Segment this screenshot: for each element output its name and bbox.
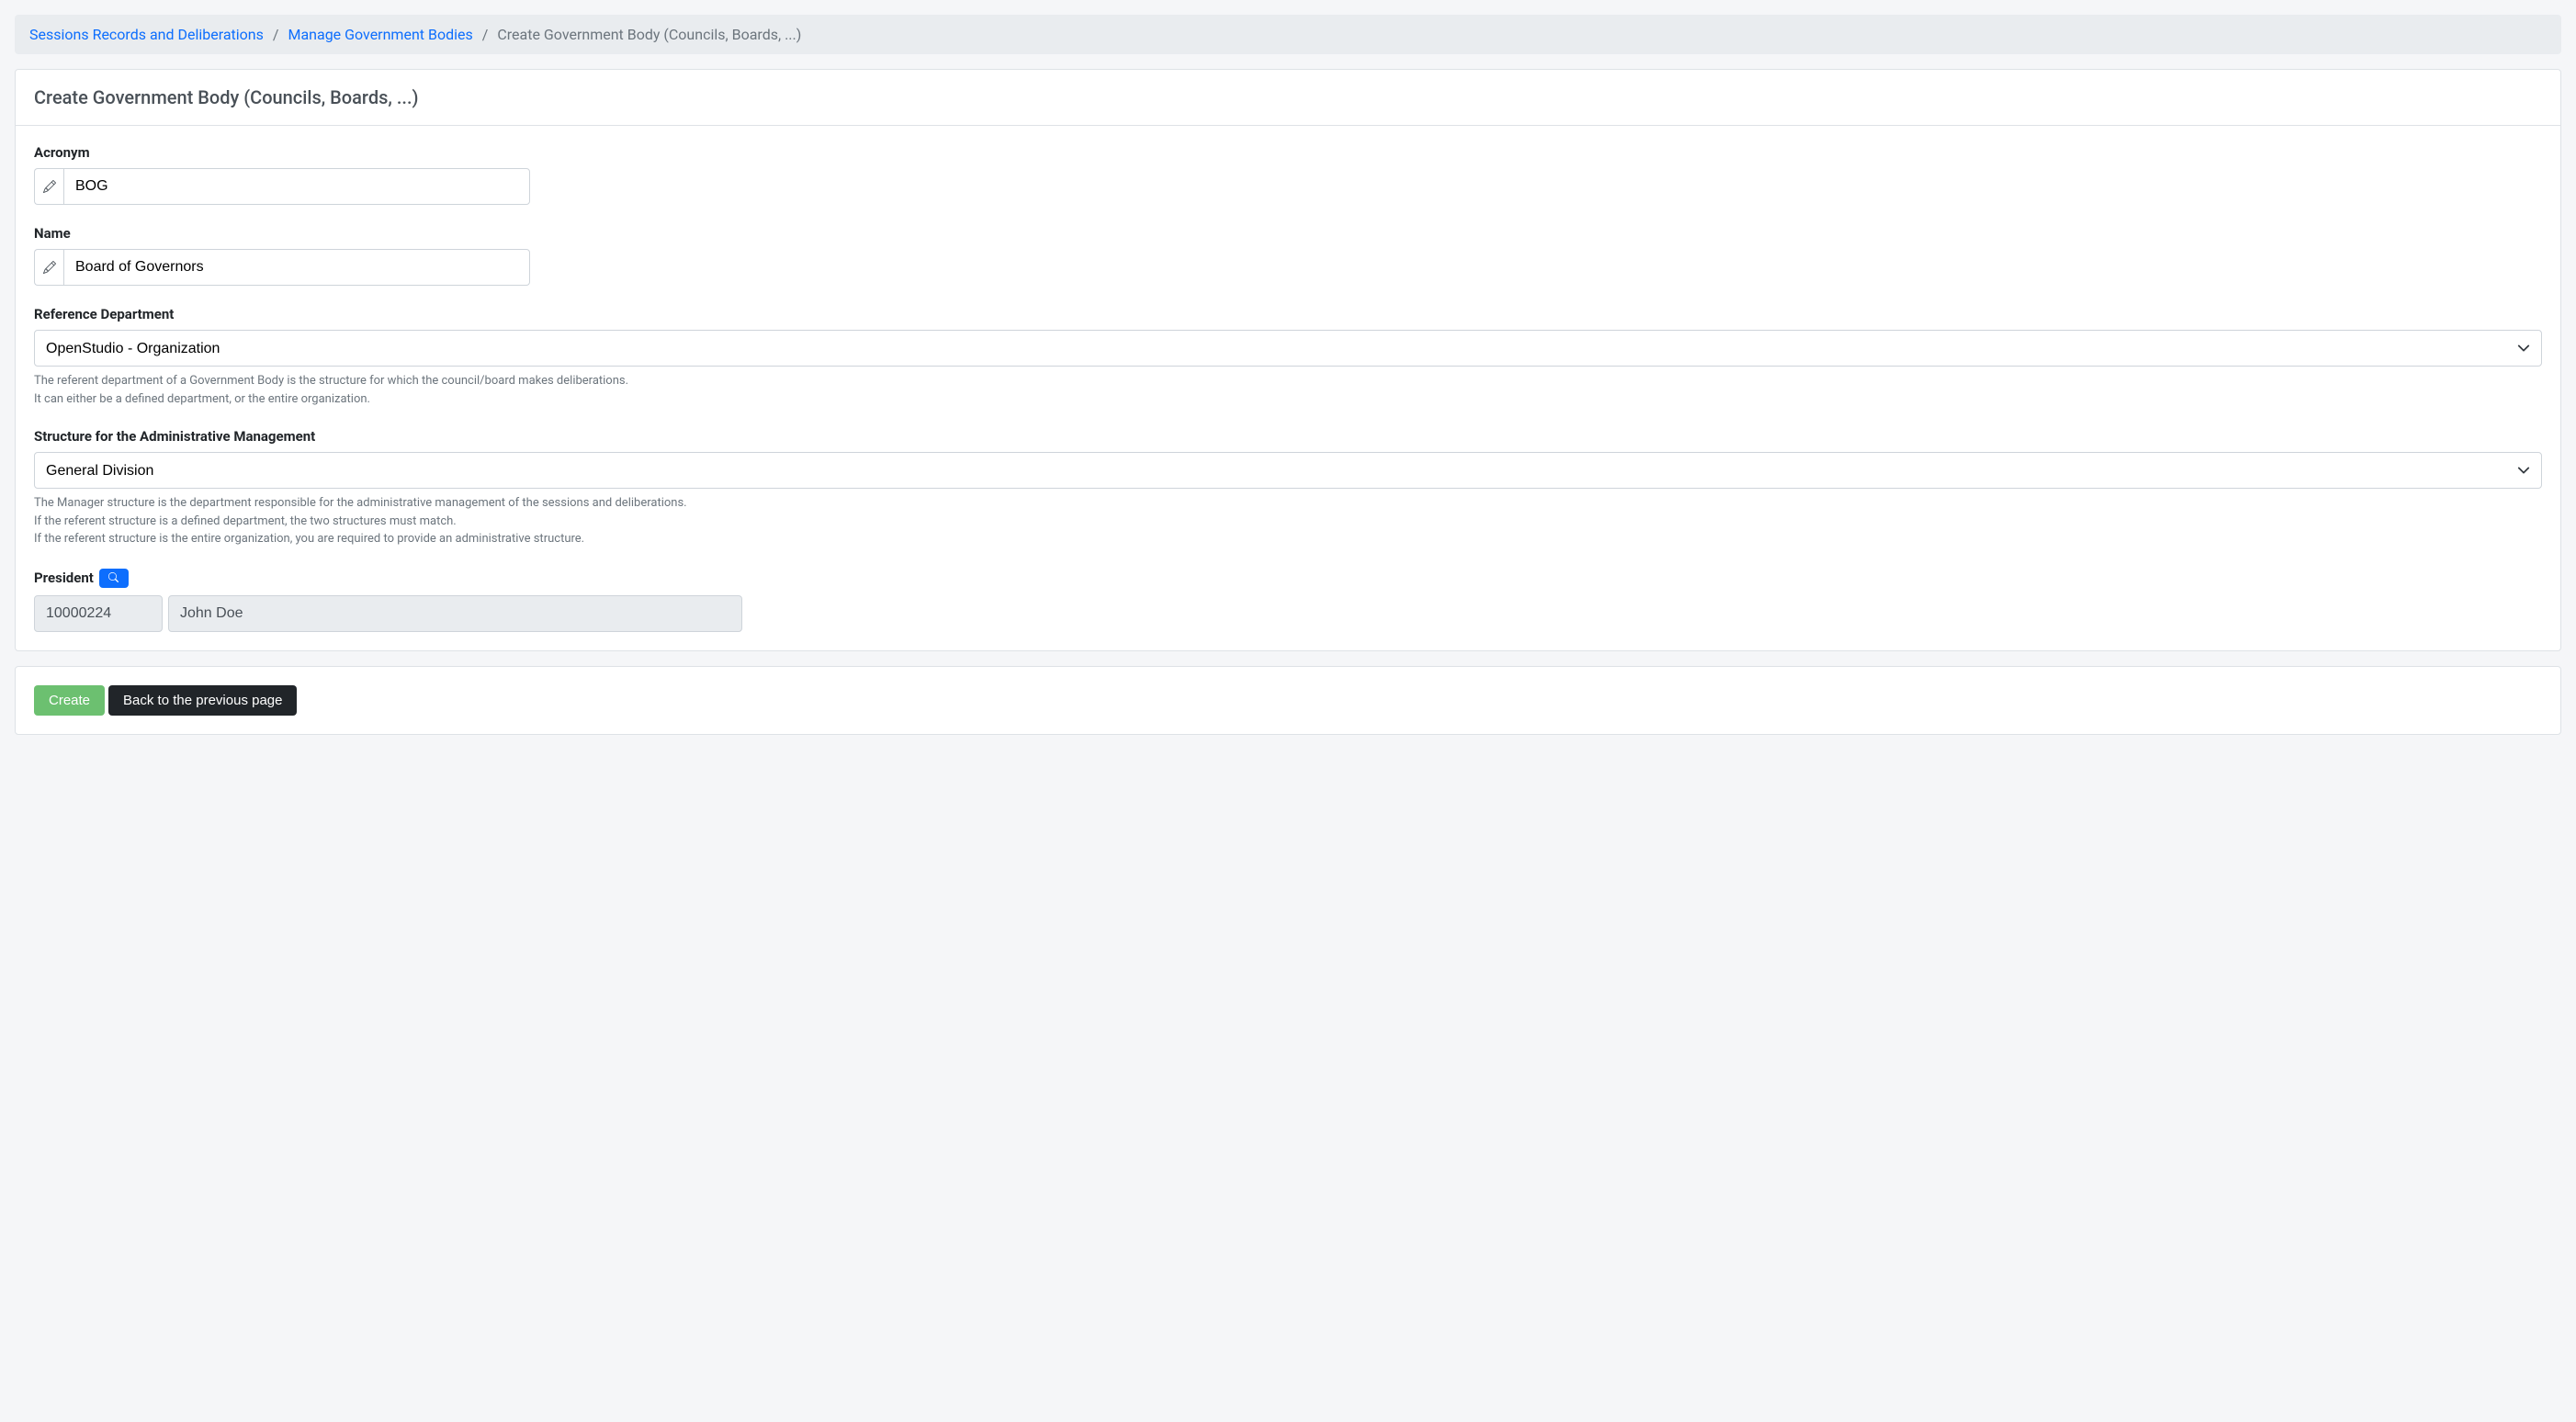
breadcrumb-current: Create Government Body (Councils, Boards… [497, 26, 801, 43]
president-label: President [34, 570, 94, 586]
pencil-icon [34, 168, 63, 205]
acronym-group: Acronym [34, 144, 2542, 205]
acronym-label: Acronym [34, 144, 2542, 161]
breadcrumb-link-sessions[interactable]: Sessions Records and Deliberations [29, 26, 264, 43]
reference-dept-label: Reference Department [34, 306, 2542, 322]
admin-structure-group: Structure for the Administrative Managem… [34, 428, 2542, 548]
president-name-input [168, 595, 742, 632]
form-card: Create Government Body (Councils, Boards… [15, 69, 2561, 651]
name-group: Name [34, 225, 2542, 286]
search-icon [108, 571, 119, 585]
back-button[interactable]: Back to the previous page [108, 685, 297, 716]
breadcrumb-link-manage[interactable]: Manage Government Bodies [288, 26, 472, 43]
admin-structure-label: Structure for the Administrative Managem… [34, 428, 2542, 445]
page-title: Create Government Body (Councils, Boards… [16, 70, 2560, 126]
president-id-input [34, 595, 163, 632]
breadcrumb: Sessions Records and Deliberations / Man… [15, 15, 2561, 54]
reference-dept-select[interactable]: OpenStudio - Organization [34, 330, 2542, 367]
reference-dept-help: The referent department of a Government … [34, 372, 2542, 408]
admin-structure-select[interactable]: General Division [34, 452, 2542, 489]
president-search-button[interactable] [99, 569, 129, 588]
breadcrumb-separator: / [273, 26, 279, 43]
name-label: Name [34, 225, 2542, 242]
president-group: President [34, 569, 2542, 632]
footer-card: Create Back to the previous page [15, 666, 2561, 735]
acronym-input[interactable] [63, 168, 530, 205]
breadcrumb-separator: / [482, 26, 489, 43]
admin-structure-help: The Manager structure is the department … [34, 494, 2542, 548]
pencil-icon [34, 249, 63, 286]
create-button[interactable]: Create [34, 685, 105, 716]
name-input[interactable] [63, 249, 530, 286]
reference-dept-group: Reference Department OpenStudio - Organi… [34, 306, 2542, 408]
